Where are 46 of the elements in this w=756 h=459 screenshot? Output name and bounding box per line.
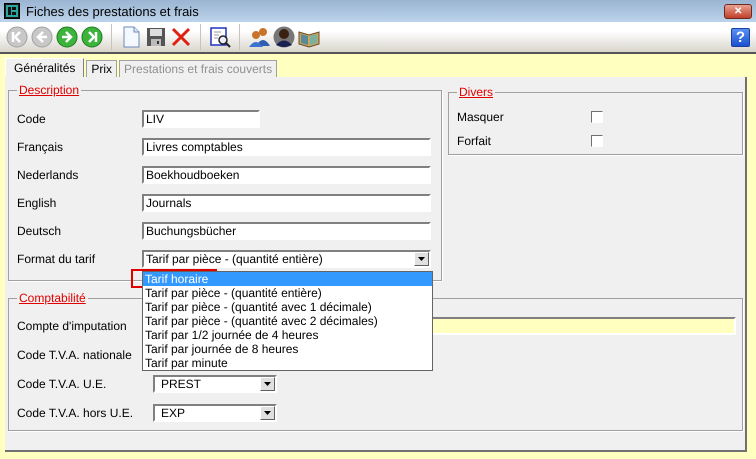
dropdown-option[interactable]: Tarif par pièce - (quantité avec 2 décimales) bbox=[143, 314, 432, 328]
app-icon bbox=[4, 3, 20, 19]
field-label: Deutsch bbox=[17, 224, 62, 238]
text-field[interactable]: LIV bbox=[142, 110, 260, 128]
field-label: Code T.V.A. U.E. bbox=[17, 376, 108, 390]
group-title: Divers bbox=[459, 85, 494, 99]
checkbox[interactable] bbox=[591, 135, 603, 147]
dropdown-option[interactable]: Tarif par 1/2 journée de 4 heures bbox=[143, 328, 432, 342]
save-icon[interactable] bbox=[145, 26, 167, 48]
delete-icon[interactable] bbox=[170, 26, 192, 48]
text-field[interactable]: Buchungsbücher bbox=[142, 222, 431, 240]
dropdown-option[interactable]: Tarif par journée de 8 heures bbox=[143, 342, 432, 356]
dropdown-option[interactable]: Tarif par pièce - (quantité entière) bbox=[143, 286, 432, 300]
text-field[interactable]: Boekhoudboeken bbox=[142, 166, 431, 184]
help-button[interactable]: ? bbox=[731, 28, 750, 46]
field-label: Compte d'imputation bbox=[17, 318, 128, 332]
group-title: Description bbox=[19, 83, 80, 97]
field-label: Code T.V.A. nationale bbox=[17, 348, 133, 362]
users-icon[interactable] bbox=[248, 26, 270, 48]
caret-icon bbox=[264, 410, 271, 414]
tab[interactable]: Généralités bbox=[5, 58, 84, 77]
checkbox-label: Masquer bbox=[457, 110, 505, 124]
text-field[interactable]: Livres comptables bbox=[142, 138, 431, 156]
field-label: Français bbox=[17, 140, 64, 154]
dropdown-option[interactable]: Tarif par pièce - (quantité avec 1 décimale) bbox=[143, 300, 432, 314]
last-record-icon[interactable] bbox=[81, 26, 103, 48]
window-title: Fiches des prestations et frais bbox=[26, 4, 200, 18]
field-label: Format du tarif bbox=[17, 252, 96, 266]
field-label: English bbox=[17, 196, 58, 210]
checkbox[interactable] bbox=[591, 111, 603, 123]
caret-icon bbox=[418, 257, 425, 261]
field-label: Code T.V.A. hors U.E. bbox=[17, 406, 134, 420]
field-label: Nederlands bbox=[17, 168, 80, 182]
group-title: Comptabilité bbox=[19, 291, 86, 305]
dropdown-option[interactable]: Tarif par minute bbox=[143, 356, 432, 370]
tab[interactable]: Prix bbox=[86, 60, 118, 77]
text-field[interactable]: Journals bbox=[142, 194, 431, 212]
dropdown[interactable]: EXP bbox=[153, 404, 277, 422]
dropdown[interactable]: PREST bbox=[153, 374, 277, 392]
person-icon[interactable] bbox=[273, 26, 295, 48]
field-label: Code bbox=[17, 112, 47, 126]
checkbox-label: Forfait bbox=[457, 134, 492, 148]
dropdown[interactable]: Tarif par pièce - (quantité entière) bbox=[142, 250, 431, 268]
next-icon[interactable] bbox=[56, 26, 78, 48]
print-preview-icon[interactable] bbox=[209, 26, 231, 48]
caret-icon bbox=[264, 382, 271, 386]
